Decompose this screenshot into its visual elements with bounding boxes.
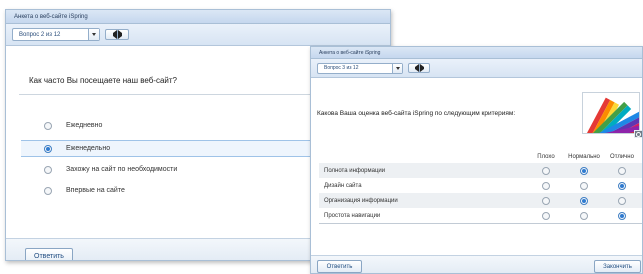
radio-button[interactable] — [580, 181, 588, 190]
option-label: Захожу на сайт по необходимости — [66, 166, 178, 173]
question-text: Какова Ваша оценка веб-сайта iSpring по … — [317, 110, 516, 117]
color-swatches-icon — [583, 93, 642, 147]
radio-button[interactable] — [44, 121, 52, 130]
radio-button-checked[interactable] — [44, 144, 52, 153]
column-header: Нормально — [568, 154, 600, 160]
question-select[interactable]: Вопрос 2 из 12 — [12, 28, 100, 41]
arrow-left-icon — [106, 30, 117, 39]
radio-button[interactable] — [44, 186, 52, 195]
arrow-right-icon — [420, 64, 429, 72]
grid-row-organization: Организация информации — [319, 193, 642, 208]
question-select-value: Вопрос 2 из 12 — [19, 31, 61, 38]
question-text: Как часто Вы посещаете наш веб-сайт? — [29, 76, 177, 85]
option-label: Еженедельно — [66, 145, 111, 152]
grid-row-design: Дизайн сайта — [319, 178, 642, 193]
arrow-right-icon — [118, 30, 128, 39]
radio-button[interactable] — [542, 181, 550, 190]
window-title: Анкета о веб-сайте iSpring — [6, 10, 390, 24]
window-title: Анкета о веб-сайте iSpring — [311, 47, 642, 59]
color-palette-image[interactable] — [582, 92, 642, 147]
question-nav-buttons — [408, 63, 430, 73]
question-navbar: Вопрос 2 из 12 — [6, 24, 390, 46]
question-navbar: Вопрос 3 из 12 — [311, 59, 642, 78]
row-label: Простота навигации — [324, 212, 381, 219]
grid-header: Плохо Нормально Отлично — [319, 151, 642, 163]
radio-button[interactable] — [580, 211, 588, 220]
next-question-button[interactable] — [419, 64, 429, 72]
zoom-icon[interactable] — [634, 130, 642, 138]
prev-question-button[interactable] — [106, 30, 117, 39]
radio-button-checked[interactable] — [618, 211, 626, 220]
row-label: Организация информации — [324, 197, 398, 204]
next-question-button[interactable] — [117, 30, 128, 39]
grid-row-navigation: Простота навигации — [319, 208, 642, 223]
option-label: Ежедневно — [66, 122, 103, 129]
question-select-value: Вопрос 3 из 12 — [324, 65, 359, 71]
answer-button[interactable]: Ответить — [25, 248, 73, 260]
finish-button[interactable]: Закончить — [594, 260, 641, 273]
radio-button[interactable] — [44, 165, 52, 174]
radio-button[interactable] — [542, 166, 550, 175]
option-label: Впервые на сайте — [66, 187, 125, 194]
radio-button[interactable] — [542, 211, 550, 220]
chevron-down-icon[interactable] — [392, 63, 402, 73]
radio-button-checked[interactable] — [580, 166, 588, 175]
quiz-window-rating: Анкета о веб-сайте iSpring Вопрос 3 из 1… — [310, 46, 643, 274]
arrow-left-icon — [409, 64, 419, 72]
row-label: Полнота информации — [324, 167, 386, 174]
prev-question-button[interactable] — [409, 64, 419, 72]
row-label: Дизайн сайта — [324, 182, 362, 189]
radio-button[interactable] — [542, 196, 550, 205]
radio-button[interactable] — [618, 196, 626, 205]
radio-button-checked[interactable] — [580, 196, 588, 205]
question-nav-buttons — [105, 29, 129, 40]
column-header: Отлично — [610, 154, 634, 160]
question-select[interactable]: Вопрос 3 из 12 — [317, 62, 403, 74]
chevron-down-icon[interactable] — [88, 29, 99, 40]
column-header: Плохо — [537, 154, 555, 160]
grid-row-completeness: Полнота информации — [319, 163, 642, 178]
rating-grid: Плохо Нормально Отлично Полнота информац… — [319, 151, 642, 223]
radio-button-checked[interactable] — [618, 181, 626, 190]
radio-button[interactable] — [618, 166, 626, 175]
answer-button[interactable]: Ответить — [317, 260, 362, 273]
